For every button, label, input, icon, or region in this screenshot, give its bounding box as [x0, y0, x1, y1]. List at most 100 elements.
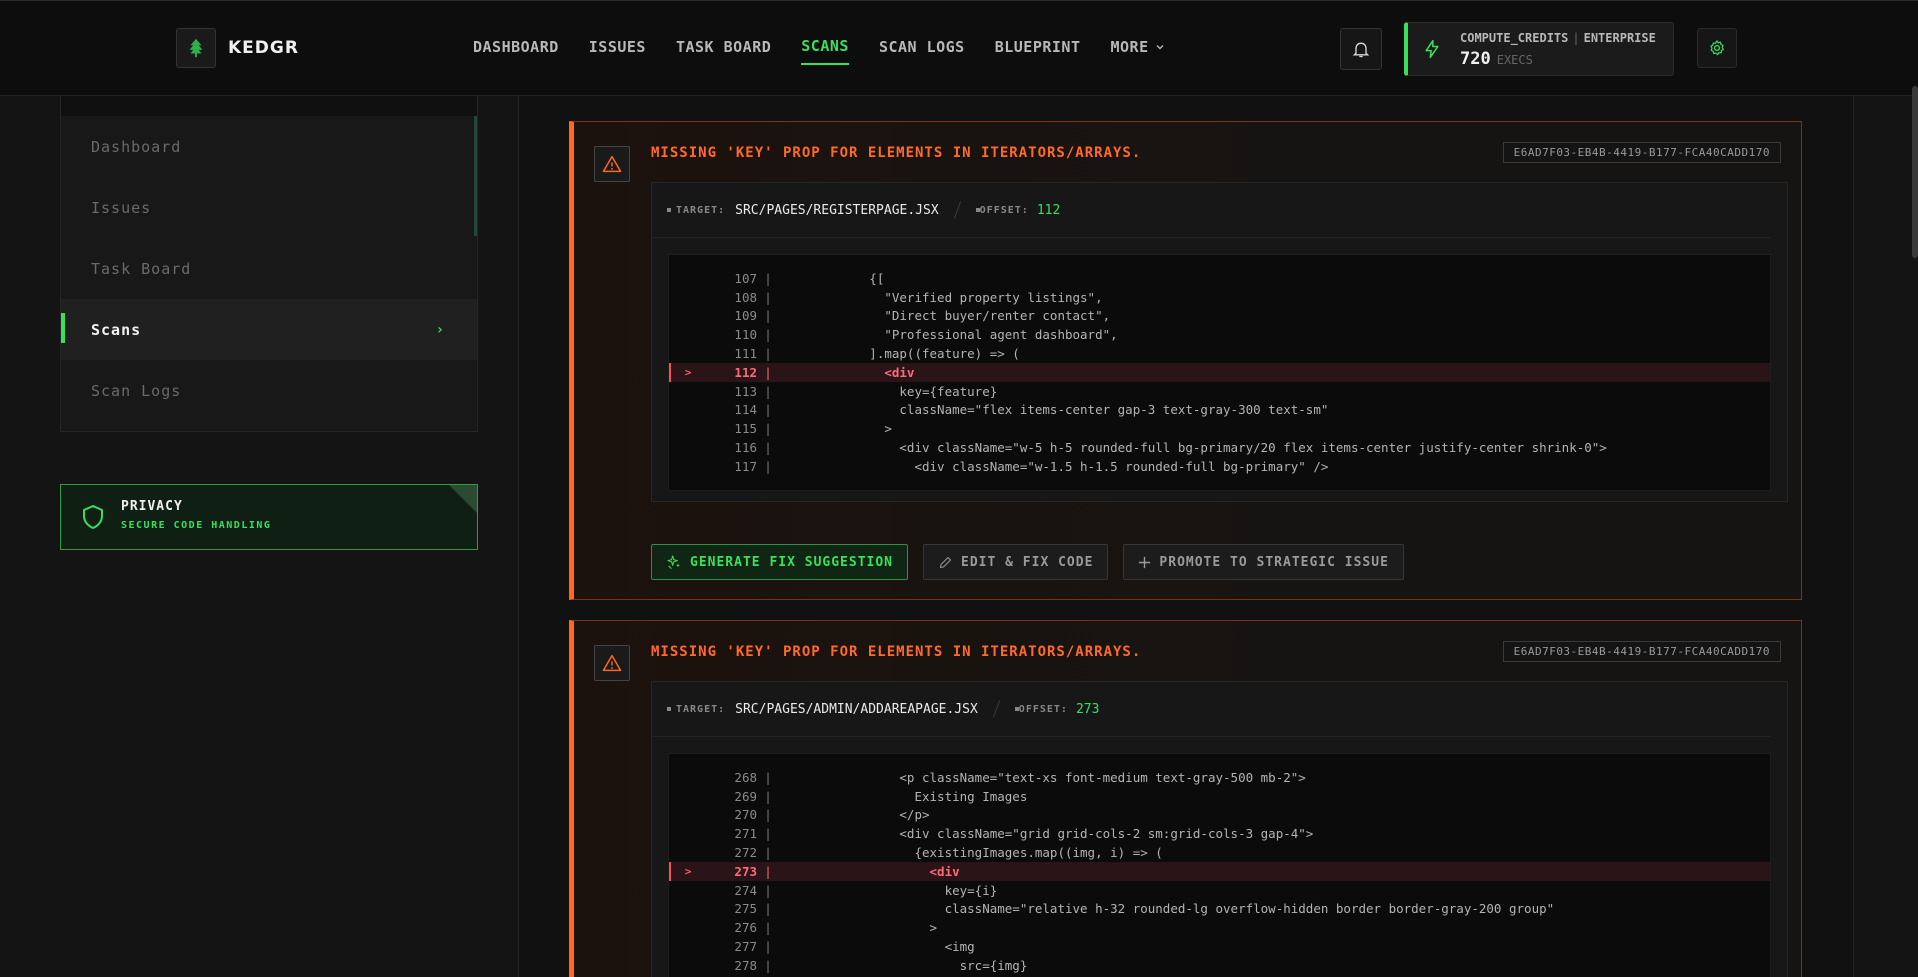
notifications-button[interactable] — [1340, 28, 1382, 70]
issue-target-panel: TARGET: SRC/PAGES/ADMIN/ADDAREAPAGE.JSX … — [651, 681, 1788, 977]
line-gutter: | — [764, 807, 772, 823]
line-gutter: | — [764, 901, 772, 917]
line-gutter: | — [764, 383, 772, 399]
line-gutter: | — [764, 402, 772, 418]
promote-issue-label: PROMOTE TO STRATEGIC ISSUE — [1159, 554, 1389, 570]
promote-issue-button[interactable]: PROMOTE TO STRATEGIC ISSUE — [1123, 544, 1404, 580]
compute-credits-widget: COMPUTE_CREDITS | ENTERPRISE 720 EXECS — [1404, 22, 1674, 76]
line-gutter: | — [764, 440, 772, 456]
line-text: className="relative h-32 rounded-lg over… — [779, 901, 1555, 917]
issue-target-panel: TARGET: SRC/PAGES/REGISTERPAGE.JSX OFFSE… — [651, 182, 1788, 502]
nav-more[interactable]: MORE — [1111, 37, 1165, 65]
code-line: 114 | className="flex items-center gap-3 … — [669, 401, 1770, 420]
edit-fix-code-label: EDIT & FIX CODE — [961, 554, 1094, 570]
tree-logo-icon — [176, 28, 216, 68]
offset-value: 273 — [1075, 701, 1100, 717]
code-line: 269 | Existing Images — [669, 787, 1770, 806]
warning-icon-box — [594, 146, 630, 182]
code-line: 113 | key={feature} — [669, 382, 1770, 401]
privacy-card: PRIVACY SECURE CODE HANDLING — [60, 484, 478, 550]
line-text: {existingImages.map((img, i) => ( — [779, 845, 1163, 861]
line-text: </p> — [779, 807, 930, 823]
sidebar-item-scan-logs[interactable]: Scan Logs — [61, 360, 477, 421]
code-line: 278 | src={img} — [669, 956, 1770, 975]
nav-issues[interactable]: ISSUES — [589, 37, 646, 65]
nav-dashboard[interactable]: DASHBOARD — [473, 37, 559, 65]
chevron-right-icon: › — [435, 321, 445, 338]
target-path[interactable]: SRC/PAGES/REGISTERPAGE.JSX — [735, 203, 939, 218]
warning-triangle-icon — [602, 155, 622, 173]
code-line: 107 | {[ — [669, 269, 1770, 288]
shield-icon — [83, 505, 103, 529]
issue-id-badge[interactable]: E6AD7F03-EB4B-4419-B177-FCA40CADD170 — [1502, 142, 1781, 163]
generate-fix-button[interactable]: GENERATE FIX SUGGESTION — [651, 544, 909, 580]
sidebar-item-scans[interactable]: Scans › — [61, 299, 477, 360]
line-gutter: | — [764, 882, 772, 898]
line-gutter: | — [764, 327, 772, 343]
sidebar-item-issues[interactable]: Issues — [61, 177, 477, 238]
line-number: 108 — [734, 289, 757, 305]
bolt-icon — [1425, 39, 1439, 59]
line-text: ].map((feature) => ( — [779, 346, 1020, 362]
line-text: <p className="text-xs font-medium text-g… — [779, 769, 1306, 785]
code-line: 116 | <div className="w-5 h-5 rounded-ful… — [669, 438, 1770, 457]
line-number: 274 — [734, 882, 757, 898]
credits-divider: | — [1572, 31, 1580, 45]
line-number: 277 — [734, 939, 757, 955]
warning-icon-box — [594, 645, 630, 681]
issue-card: MISSING 'KEY' PROP FOR ELEMENTS IN ITERA… — [569, 121, 1802, 600]
page-scrollbar[interactable] — [1912, 86, 1918, 258]
code-line: 111 | ].map((feature) => ( — [669, 344, 1770, 363]
top-header: KEDGR DASHBOARD ISSUES TASK BOARD SCANS … — [0, 0, 1918, 96]
line-number: 269 — [734, 788, 757, 804]
pencil-icon — [940, 556, 952, 568]
line-gutter: | — [764, 863, 772, 879]
target-path[interactable]: SRC/PAGES/ADMIN/ADDAREAPAGE.JSX — [735, 702, 978, 717]
line-marker: > — [684, 365, 692, 379]
credits-value: 720 EXECS — [1460, 49, 1533, 69]
line-gutter: | — [764, 788, 772, 804]
line-gutter: | — [764, 458, 772, 474]
line-text: <div className="grid grid-cols-2 sm:grid… — [779, 826, 1314, 842]
line-text: {[ — [779, 270, 885, 286]
nav-task-board[interactable]: TASK BOARD — [676, 37, 771, 65]
sidebar-top-strip — [61, 96, 477, 116]
sidebar-item-task-board[interactable]: Task Board — [61, 238, 477, 299]
code-line: 276 | > — [669, 918, 1770, 937]
sidebar-item-dashboard[interactable]: Dashboard — [61, 116, 477, 177]
app-logo[interactable]: KEDGR — [176, 28, 299, 68]
sidebar-scrollbar[interactable] — [474, 116, 477, 236]
sidebar-item-label: Scans — [91, 320, 142, 339]
line-number: 268 — [734, 769, 757, 785]
line-number: 111 — [734, 346, 757, 362]
line-gutter: | — [764, 289, 772, 305]
line-gutter: | — [764, 845, 772, 861]
line-gutter: | — [764, 308, 772, 324]
sparkles-icon — [667, 555, 680, 570]
code-line: 275 | className="relative h-32 rounded-lg… — [669, 900, 1770, 919]
line-text: <img — [779, 939, 975, 955]
code-line: 274 | key={i} — [669, 881, 1770, 900]
line-number: 116 — [734, 440, 757, 456]
bell-icon — [1352, 42, 1370, 58]
line-marker: > — [684, 864, 692, 878]
line-text: "Professional agent dashboard", — [779, 327, 1118, 343]
issue-id-badge[interactable]: E6AD7F03-EB4B-4419-B177-FCA40CADD170 — [1502, 641, 1781, 662]
nav-blueprint[interactable]: BLUEPRINT — [995, 37, 1081, 65]
edit-fix-code-button[interactable]: EDIT & FIX CODE — [923, 544, 1109, 580]
line-text: > — [779, 920, 938, 936]
line-text: <div — [779, 364, 915, 380]
line-number: 278 — [734, 957, 757, 973]
code-line: 277 | <img — [669, 937, 1770, 956]
line-text: "Verified property listings", — [779, 289, 1103, 305]
settings-button[interactable] — [1697, 28, 1737, 68]
privacy-title: PRIVACY — [121, 499, 183, 514]
privacy-corner-decoration — [449, 485, 477, 513]
nav-more-label: MORE — [1110, 38, 1149, 56]
line-number: 270 — [734, 807, 757, 823]
line-number: 114 — [734, 402, 757, 418]
nav-scans[interactable]: SCANS — [801, 37, 849, 65]
line-text: className="flex items-center gap-3 text-… — [779, 402, 1329, 418]
nav-scan-logs[interactable]: SCAN LOGS — [879, 37, 965, 65]
code-line: 109 | "Direct buyer/renter contact", — [669, 307, 1770, 326]
